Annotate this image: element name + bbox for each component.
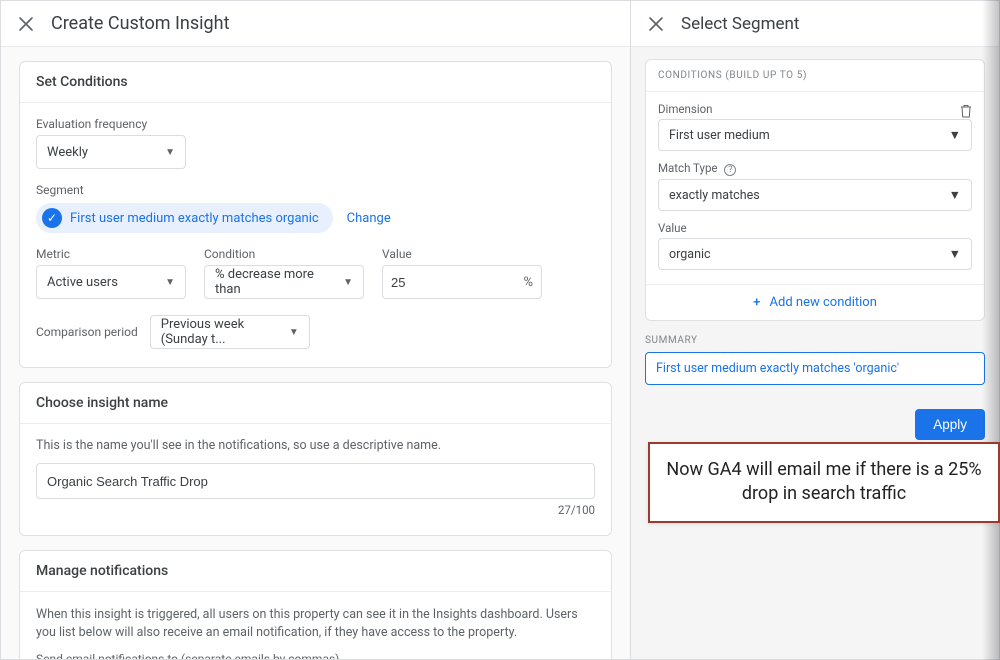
- insight-name-desc: This is the name you'll see in the notif…: [36, 438, 595, 453]
- notifications-heading: Manage notifications: [20, 551, 611, 592]
- metric-value: Active users: [47, 275, 118, 290]
- summary-box: First user medium exactly matches 'organ…: [645, 352, 985, 385]
- condition-value: % decrease more than: [215, 267, 333, 297]
- segment-value-label: Value: [658, 221, 972, 235]
- chevron-down-icon: ▼: [165, 277, 175, 288]
- left-body: Set Conditions Evaluation frequency Week…: [1, 47, 630, 659]
- condition-label: Condition: [204, 247, 364, 261]
- dimension-select[interactable]: First user medium ▼: [658, 119, 972, 151]
- match-type-select[interactable]: exactly matches ▼: [658, 179, 972, 211]
- match-type-value: exactly matches: [669, 188, 760, 203]
- plus-icon: +: [753, 295, 760, 310]
- set-conditions-card: Set Conditions Evaluation frequency Week…: [19, 61, 612, 368]
- chevron-down-icon: ▼: [289, 327, 299, 338]
- segment-value: organic: [669, 247, 711, 262]
- comparison-period-value: Previous week (Sunday t...: [161, 317, 279, 347]
- email-label: Send email notifications to (separate em…: [36, 652, 595, 659]
- right-title: Select Segment: [681, 14, 799, 34]
- value-label: Value: [382, 247, 542, 261]
- summary-label: SUMMARY: [645, 335, 985, 346]
- select-segment-panel: Select Segment CONDITIONS (BUILD UP TO 5…: [631, 1, 999, 659]
- insight-name-counter: 27/100: [36, 503, 595, 517]
- evaluation-frequency-label: Evaluation frequency: [36, 117, 595, 131]
- chevron-down-icon: ▼: [343, 277, 353, 288]
- segment-chip[interactable]: ✓ First user medium exactly matches orga…: [36, 203, 333, 233]
- condition-select[interactable]: % decrease more than ▼: [204, 265, 364, 299]
- evaluation-frequency-value: Weekly: [47, 145, 88, 160]
- match-type-label: Match Type ?: [658, 161, 972, 176]
- insight-name-input[interactable]: [36, 463, 595, 499]
- metric-select[interactable]: Active users ▼: [36, 265, 186, 299]
- add-condition-label: Add new condition: [770, 295, 877, 310]
- close-icon[interactable]: [17, 15, 35, 33]
- insight-name-card: Choose insight name This is the name you…: [19, 382, 612, 536]
- help-icon[interactable]: ?: [724, 164, 736, 176]
- insight-name-heading: Choose insight name: [20, 383, 611, 424]
- conditions-box: CONDITIONS (BUILD UP TO 5) Dimension Fir…: [645, 59, 985, 321]
- metric-label: Metric: [36, 247, 186, 261]
- chevron-down-icon: ▼: [165, 147, 175, 158]
- check-icon: ✓: [42, 208, 62, 228]
- percent-icon: %: [523, 275, 533, 290]
- chevron-down-icon: ▼: [949, 188, 961, 203]
- create-insight-panel: Create Custom Insight Set Conditions Eva…: [1, 1, 631, 659]
- left-header: Create Custom Insight: [1, 1, 630, 47]
- add-condition-button[interactable]: + Add new condition: [646, 284, 984, 320]
- dimension-label: Dimension: [658, 102, 713, 116]
- chevron-down-icon: ▼: [949, 128, 961, 143]
- comparison-period-label: Comparison period: [36, 325, 138, 339]
- set-conditions-heading: Set Conditions: [20, 62, 611, 103]
- conditions-box-heading: CONDITIONS (BUILD UP TO 5): [646, 60, 984, 92]
- segment-value-select[interactable]: organic ▼: [658, 238, 972, 270]
- comparison-period-select[interactable]: Previous week (Sunday t... ▼: [150, 315, 310, 349]
- notifications-desc: When this insight is triggered, all user…: [36, 606, 595, 642]
- evaluation-frequency-select[interactable]: Weekly ▼: [36, 135, 186, 169]
- segment-label: Segment: [36, 183, 595, 197]
- dimension-value: First user medium: [669, 128, 770, 143]
- notifications-card: Manage notifications When this insight i…: [19, 550, 612, 659]
- trash-icon[interactable]: [960, 104, 972, 118]
- change-segment-link[interactable]: Change: [347, 211, 391, 226]
- value-input-wrap[interactable]: %: [382, 265, 542, 299]
- right-header: Select Segment: [631, 1, 999, 47]
- segment-chip-text: First user medium exactly matches organi…: [70, 211, 319, 226]
- close-icon[interactable]: [647, 15, 665, 33]
- page-title: Create Custom Insight: [51, 13, 229, 34]
- annotation-callout: Now GA4 will email me if there is a 25% …: [648, 442, 1000, 523]
- chevron-down-icon: ▼: [949, 247, 961, 262]
- value-input[interactable]: [391, 275, 523, 290]
- apply-button[interactable]: Apply: [915, 409, 985, 440]
